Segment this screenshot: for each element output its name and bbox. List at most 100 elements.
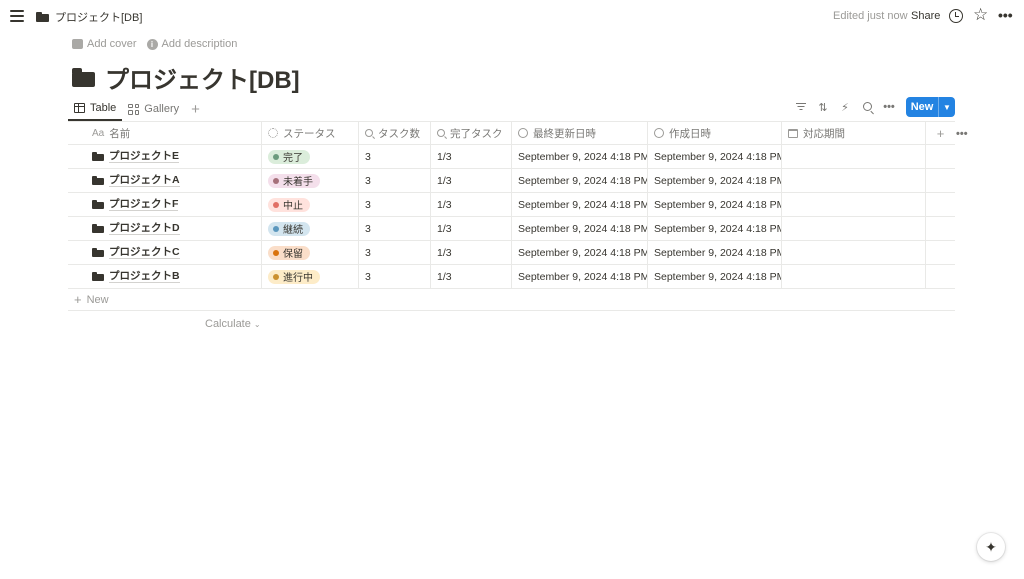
table-row[interactable]: プロジェクトF 中止 3 1/3 September 9, 2024 4:18 … [68,193,955,217]
table-row[interactable]: プロジェクトA 未着手 3 1/3 September 9, 2024 4:18… [68,169,955,193]
cell-last-edited[interactable]: September 9, 2024 4:18 PM [512,265,648,288]
add-description-button[interactable]: i Add description [146,38,237,50]
column-header-period[interactable]: 対応期間 [782,122,926,144]
calculate-button[interactable]: Calculate ⌄ [205,318,261,330]
row-title[interactable]: プロジェクトD [92,222,180,235]
row-title[interactable]: プロジェクトF [92,198,179,211]
sort-icon[interactable]: ⇅ [812,101,834,114]
add-row-button[interactable]: + New [68,289,955,311]
cell-status[interactable]: 完了 [262,145,359,168]
breadcrumb-label: プロジェクト[DB] [55,12,143,24]
tab-table[interactable]: Table [68,97,123,121]
cell-last-edited[interactable]: September 9, 2024 4:18 PM [512,217,648,240]
column-header-status[interactable]: ステータス [262,122,359,144]
row-name[interactable]: プロジェクトC [109,246,180,259]
page-title[interactable]: プロジェクト[DB] [105,60,300,95]
cell-last-edited[interactable]: September 9, 2024 4:18 PM [512,169,648,192]
status-label: 完了 [283,153,303,164]
ai-sparkle-button[interactable]: ✦ [977,533,1005,561]
cell-created[interactable]: September 9, 2024 4:18 PM [648,145,782,168]
cell-period[interactable] [782,169,926,192]
cell-task-count[interactable]: 3 [359,193,431,216]
chevron-down-icon[interactable]: ▼ [938,97,955,117]
table-row[interactable]: プロジェクトD 継続 3 1/3 September 9, 2024 4:18 … [68,217,955,241]
column-label: 名前 [109,127,131,140]
breadcrumb[interactable]: プロジェクト[DB] [36,9,142,25]
cell-last-edited[interactable]: September 9, 2024 4:18 PM [512,193,648,216]
cell-name[interactable]: プロジェクトB [68,265,262,288]
cell-task-count[interactable]: 3 [359,265,431,288]
favorite-star-icon[interactable]: ☆ [973,6,988,23]
cell-completed-tasks[interactable]: 1/3 [431,193,512,216]
cell-task-count[interactable]: 3 [359,169,431,192]
updates-clock-icon[interactable] [949,9,963,23]
table-row[interactable]: プロジェクトB 進行中 3 1/3 September 9, 2024 4:18… [68,265,955,289]
tab-gallery[interactable]: Gallery [122,97,185,121]
table-row[interactable]: プロジェクトE 完了 3 1/3 September 9, 2024 4:18 … [68,145,955,169]
cell-status[interactable]: 継続 [262,217,359,240]
automation-bolt-icon[interactable]: ⚡ [834,101,856,114]
cell-status[interactable]: 進行中 [262,265,359,288]
row-name[interactable]: プロジェクトB [109,270,180,283]
cell-period[interactable] [782,217,926,240]
cell-empty [926,265,955,288]
cell-name[interactable]: プロジェクトE [68,145,262,168]
add-cover-button[interactable]: Add cover [72,38,137,50]
cell-completed-tasks[interactable]: 1/3 [431,145,512,168]
view-more-icon[interactable]: ••• [878,101,900,113]
add-column-plus-icon[interactable]: + [926,122,955,144]
cell-created[interactable]: September 9, 2024 4:18 PM [648,241,782,264]
row-title[interactable]: プロジェクトA [92,174,180,187]
more-options-icon[interactable]: ••• [998,7,1013,23]
cell-name[interactable]: プロジェクトA [68,169,262,192]
cell-last-edited[interactable]: September 9, 2024 4:18 PM [512,145,648,168]
cell-task-count[interactable]: 3 [359,217,431,240]
row-title[interactable]: プロジェクトC [92,246,180,259]
add-cover-label: Add cover [87,38,137,50]
cell-completed-tasks[interactable]: 1/3 [431,169,512,192]
row-name[interactable]: プロジェクトE [109,150,180,163]
cell-task-count[interactable]: 3 [359,241,431,264]
new-record-button[interactable]: New ▼ [906,97,955,117]
column-header-completed-tasks[interactable]: 完了タスク [431,122,512,144]
cell-completed-tasks[interactable]: 1/3 [431,241,512,264]
cell-name[interactable]: プロジェクトC [68,241,262,264]
new-button-label[interactable]: New [906,97,938,117]
cell-created[interactable]: September 9, 2024 4:18 PM [648,193,782,216]
info-icon: i [146,38,158,50]
page-title-row: プロジェクト[DB] [72,60,300,95]
menu-icon[interactable] [10,9,24,23]
cell-status[interactable]: 保留 [262,241,359,264]
cell-created[interactable]: September 9, 2024 4:18 PM [648,217,782,240]
cell-period[interactable] [782,241,926,264]
cell-name[interactable]: プロジェクトF [68,193,262,216]
cell-status[interactable]: 中止 [262,193,359,216]
column-header-name[interactable]: Aa 名前 [68,122,262,144]
table-row[interactable]: プロジェクトC 保留 3 1/3 September 9, 2024 4:18 … [68,241,955,265]
cell-status[interactable]: 未着手 [262,169,359,192]
cell-last-edited[interactable]: September 9, 2024 4:18 PM [512,241,648,264]
add-view-plus-icon[interactable]: + [185,102,200,117]
row-name[interactable]: プロジェクトF [109,198,179,211]
cell-name[interactable]: プロジェクトD [68,217,262,240]
cell-period[interactable] [782,193,926,216]
column-header-last-edited[interactable]: 最終更新日時 [512,122,648,144]
cell-created[interactable]: September 9, 2024 4:18 PM [648,169,782,192]
cell-task-count[interactable]: 3 [359,145,431,168]
cell-completed-tasks[interactable]: 1/3 [431,265,512,288]
row-title[interactable]: プロジェクトB [92,270,180,283]
column-header-task-count[interactable]: タスク数 [359,122,431,144]
cell-period[interactable] [782,145,926,168]
row-name[interactable]: プロジェクトA [109,174,180,187]
cell-period[interactable] [782,265,926,288]
row-title[interactable]: プロジェクトE [92,150,180,163]
cell-completed-tasks[interactable]: 1/3 [431,217,512,240]
column-header-created[interactable]: 作成日時 [648,122,782,144]
cell-created[interactable]: September 9, 2024 4:18 PM [648,265,782,288]
column-more-icon[interactable]: ••• [956,128,968,140]
filter-icon[interactable] [790,100,812,114]
search-icon[interactable] [856,100,878,114]
row-name[interactable]: プロジェクトD [109,222,180,235]
share-button[interactable]: Share [911,10,940,22]
page-folder-icon[interactable] [72,68,95,87]
